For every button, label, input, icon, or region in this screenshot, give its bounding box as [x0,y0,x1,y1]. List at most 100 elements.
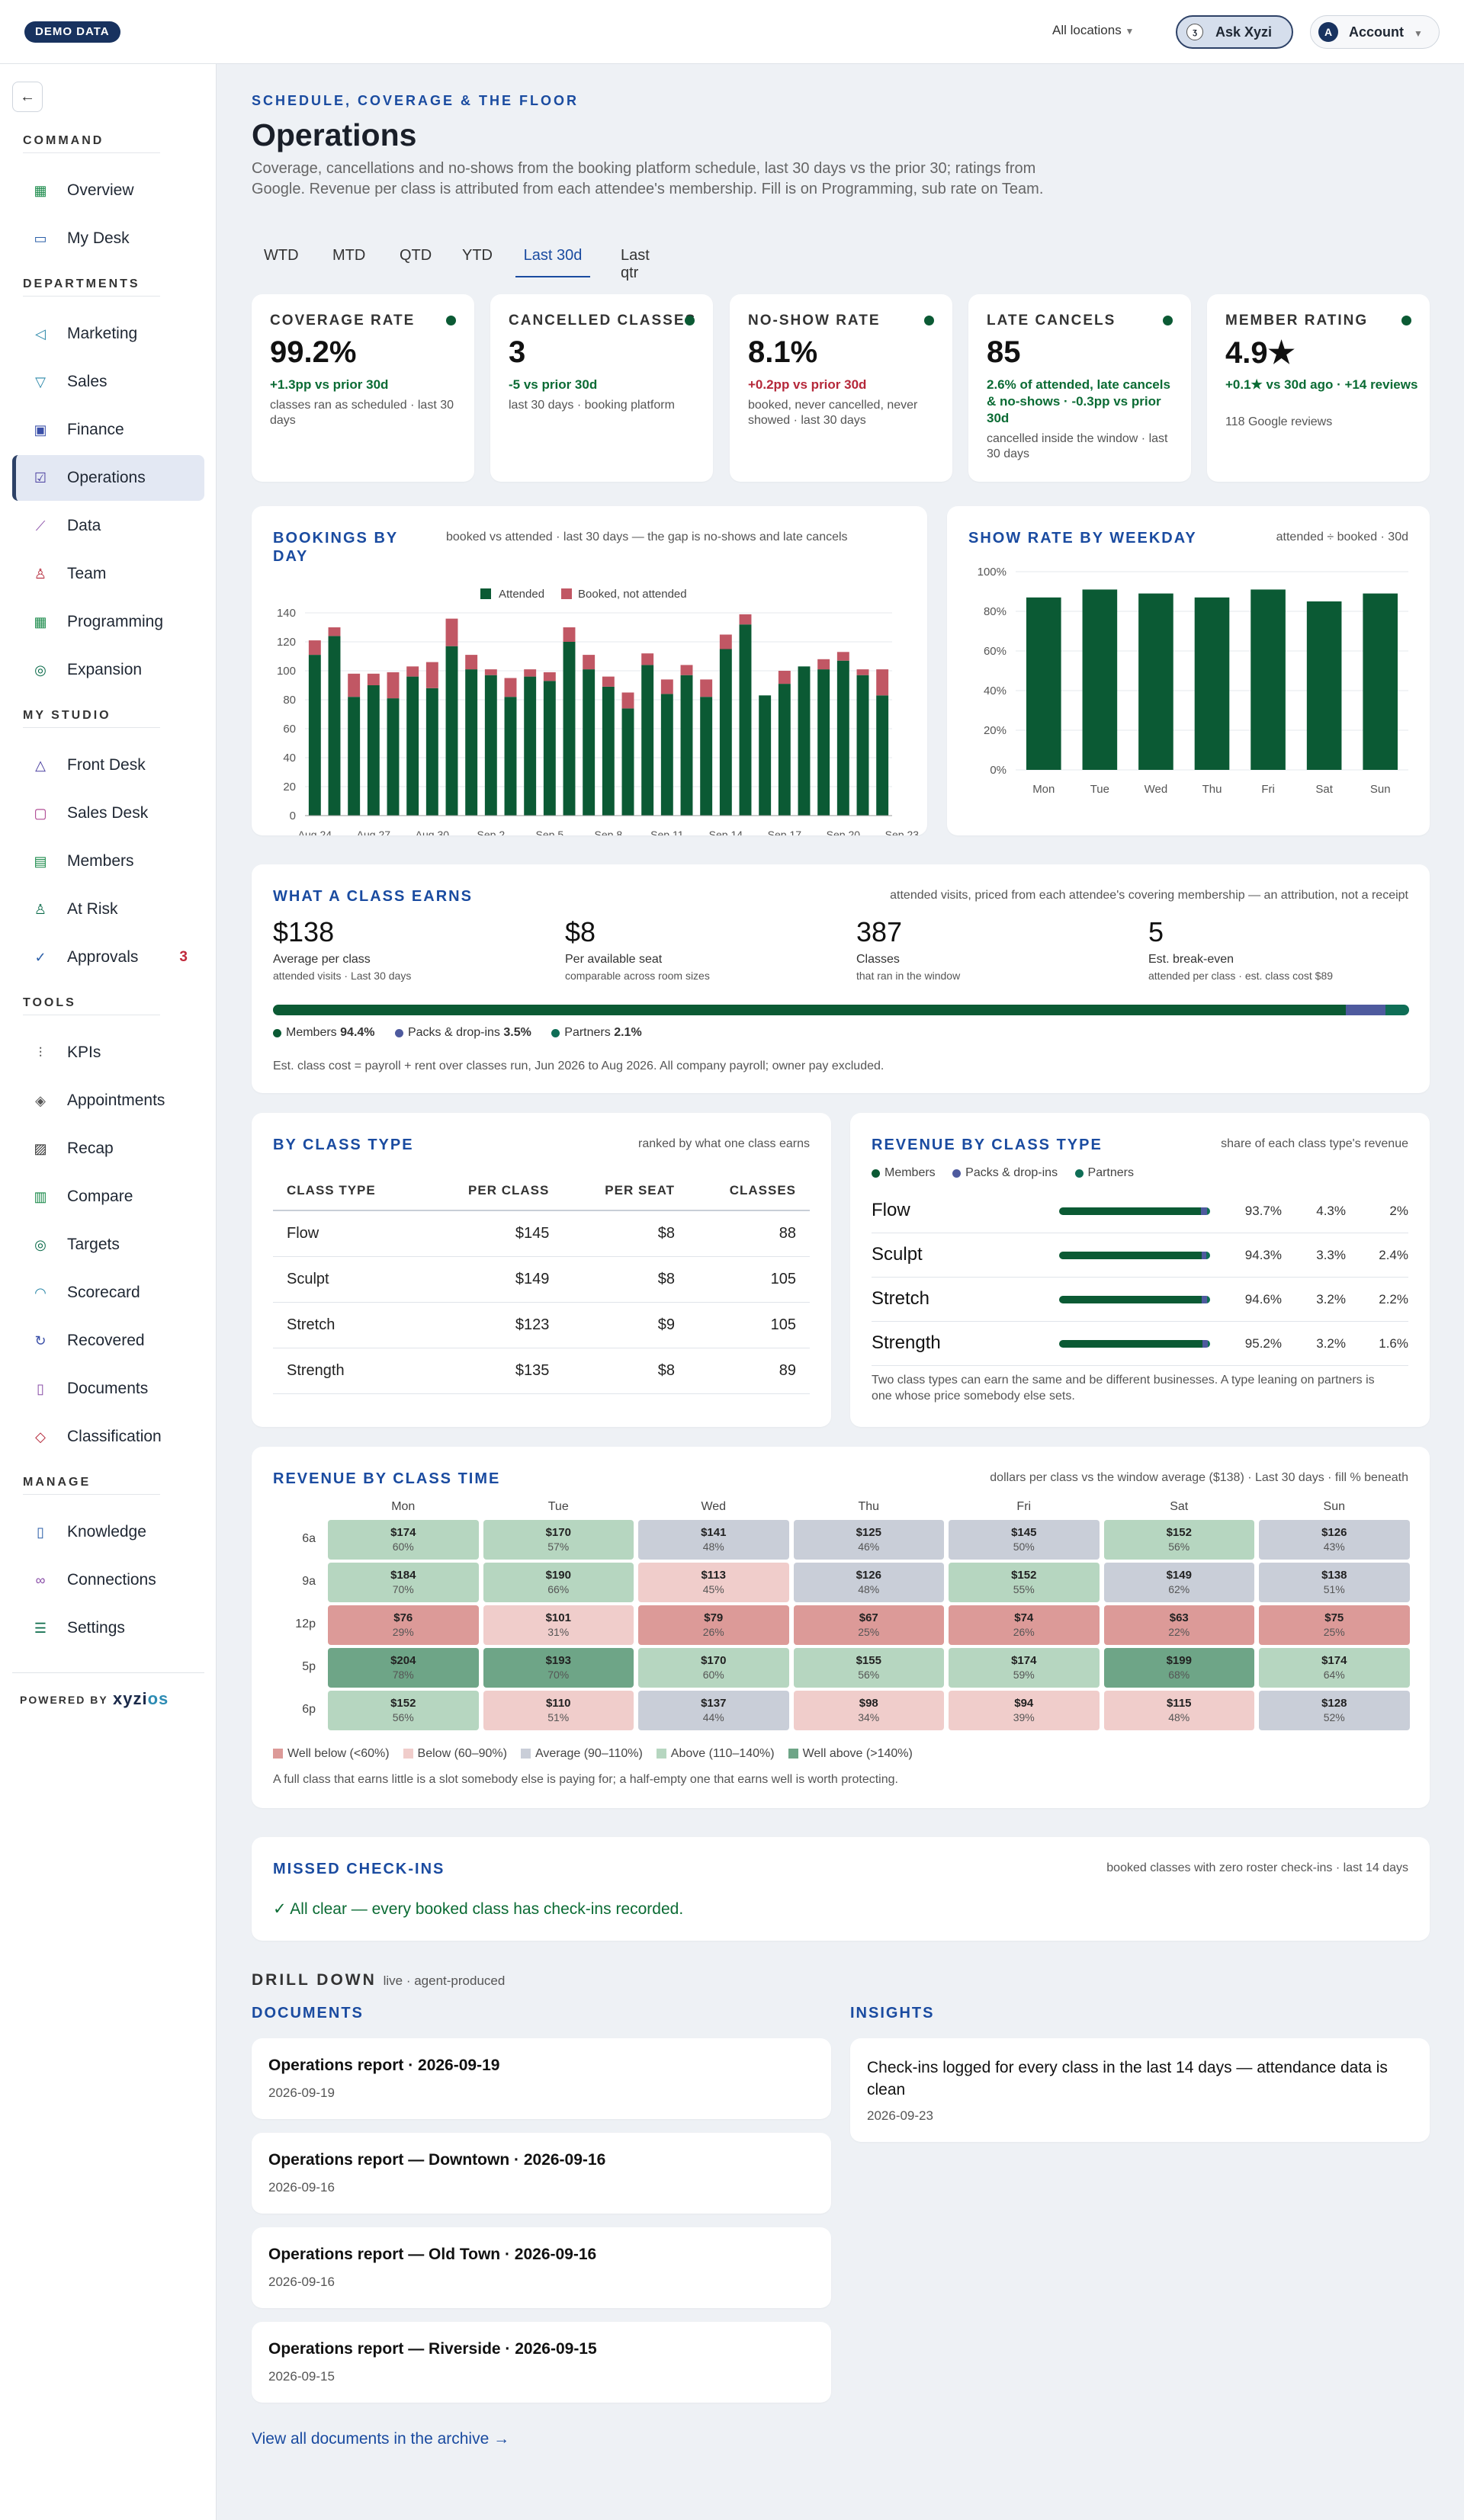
sidebar-item-my-desk[interactable]: ▭ My Desk [12,216,204,261]
collapse-sidebar-button[interactable]: ← [12,82,43,112]
sidebar-item-team[interactable]: ♙ Team [12,551,204,597]
sidebar-item-members[interactable]: ▤ Members [12,838,204,884]
heatmap-cell[interactable]: $63 22% [1103,1605,1254,1645]
bar-attended [484,675,497,816]
sidebar-item-marketing[interactable]: ◁ Marketing [12,311,204,357]
bar-show-rate [1363,593,1398,770]
heatmap-cell[interactable]: $152 56% [328,1691,479,1730]
sidebar-item-at-risk[interactable]: ♙ At Risk [12,886,204,932]
heatmap-cell[interactable]: $137 44% [638,1691,789,1730]
sidebar-item-recap[interactable]: ▨ Recap [12,1126,204,1172]
heatmap-cell[interactable]: $174 64% [1259,1648,1410,1688]
document-card[interactable]: Operations report — Riverside · 2026-09-… [252,2322,831,2403]
cell-fill: 70% [392,1583,414,1595]
heatmap-cell[interactable]: $98 34% [793,1691,944,1730]
kpi-label: LATE CANCELS [987,313,1116,329]
bar-booked-not-attended [524,669,537,677]
sidebar-item-front-desk[interactable]: △ Front Desk [12,742,204,788]
heatmap-cell[interactable]: $76 29% [328,1605,479,1645]
insight-card[interactable]: Check-ins logged for every class in the … [850,2038,1430,2142]
document-card[interactable]: Operations report · 2026-09-19 2026-09-19 [252,2038,831,2119]
sidebar-item-finance[interactable]: ▣ Finance [12,407,204,453]
ask-xyzi-button[interactable]: ʒ Ask Xyzi [1176,15,1293,49]
sidebar-item-kpis[interactable]: ⫶ KPIs [12,1030,204,1076]
heatmap-cell[interactable]: $170 60% [638,1648,789,1688]
sidebar-item-expansion[interactable]: ◎ Expansion [12,647,204,693]
sidebar-item-appointments[interactable]: ◈ Appointments [12,1078,204,1124]
tab-mtd[interactable]: MTD [332,247,365,277]
heatmap-cell[interactable]: $170 57% [483,1520,634,1560]
sidebar-item-documents[interactable]: ▯ Documents [12,1366,204,1412]
sidebar-item-approvals[interactable]: ✓ Approvals 3 [12,935,204,980]
cell-fill: 48% [1168,1711,1190,1723]
heatmap-cell[interactable]: $204 78% [328,1648,479,1688]
heatmap-cell[interactable]: $115 48% [1103,1691,1254,1730]
heatmap-cell[interactable]: $149 62% [1103,1563,1254,1602]
insights-heading: INSIGHTS [850,2005,935,2021]
sidebar-item-data[interactable]: ⟋ Data [12,503,204,549]
share-members [1059,1252,1202,1259]
cell-fill: 48% [858,1583,880,1595]
heatmap-legend-item: Below (60–90%) [403,1747,507,1760]
sidebar-item-scorecard[interactable]: ◠ Scorecard [12,1270,204,1316]
sidebar-item-compare[interactable]: ▥ Compare [12,1174,204,1220]
sidebar-item-knowledge[interactable]: ▯ Knowledge [12,1509,204,1555]
document-card[interactable]: Operations report — Downtown · 2026-09-1… [252,2133,831,2214]
heatmap-cell[interactable]: $145 50% [949,1520,1100,1560]
sidebar-item-classification[interactable]: ◇ Classification [12,1414,204,1460]
heatmap-cell[interactable]: $138 51% [1259,1563,1410,1602]
heatmap-cell[interactable]: $126 48% [793,1563,944,1602]
sidebar-item-label: Members [67,852,134,870]
heatmap-cell[interactable]: $174 59% [949,1648,1100,1688]
heatmap-cell[interactable]: $67 25% [793,1605,944,1645]
file-icon: ▯ [37,1381,44,1396]
sidebar-item-programming[interactable]: ▦ Programming [12,599,204,645]
tab-last-qtr[interactable]: Last qtr [621,247,650,281]
class-type-name: Stretch [872,1288,930,1309]
legend-label: Above (110–140%) [670,1747,775,1760]
tab-ytd[interactable]: YTD [462,247,493,277]
sidebar-item-connections[interactable]: ∞ Connections [12,1557,204,1603]
heatmap-cell[interactable]: $128 52% [1259,1691,1410,1730]
heatmap-cell[interactable]: $155 56% [793,1648,944,1688]
heatmap-cell[interactable]: $152 55% [949,1563,1100,1602]
heatmap-cell[interactable]: $174 60% [328,1520,479,1560]
sidebar-item-label: Documents [67,1380,149,1397]
heatmap-cell[interactable]: $94 39% [949,1691,1100,1730]
sidebar-item-sales[interactable]: ▽ Sales [12,359,204,405]
sidebar-item-sales-desk[interactable]: ▢ Sales Desk [12,790,204,836]
heatmap-cell[interactable]: $193 70% [483,1648,634,1688]
heatmap-cell[interactable]: $75 25% [1259,1605,1410,1645]
heatmap-cell[interactable]: $113 45% [638,1563,789,1602]
tab-last-30d[interactable]: Last 30d [515,247,590,277]
kpi-value: 99.2% [270,335,357,369]
revenue-share-row: Stretch 94.6% 3.2% 2.2% [872,1278,1408,1322]
heatmap-cell[interactable]: $152 56% [1103,1520,1254,1560]
tab-qtd[interactable]: QTD [400,247,432,277]
cell-revenue: $138 [1321,1569,1347,1582]
heatmap-cell[interactable]: $184 70% [328,1563,479,1602]
heatmap-cell[interactable]: $190 66% [483,1563,634,1602]
sidebar-item-recovered[interactable]: ↻ Recovered [12,1318,204,1364]
location-select[interactable]: All locations ▼ [1052,23,1134,38]
heatmap-cell[interactable]: $199 68% [1103,1648,1254,1688]
sidebar-item-overview[interactable]: ▦ Overview [12,168,204,213]
sidebar-item-targets[interactable]: ◎ Targets [12,1222,204,1268]
heatmap-cell[interactable]: $110 51% [483,1691,634,1730]
sidebar-item-operations[interactable]: ☑ Operations [12,455,204,501]
tab-wtd[interactable]: WTD [264,247,299,277]
funnel-icon: ▽ [35,374,46,390]
cell-fill: 59% [1013,1669,1035,1681]
partners-share: 2% [1389,1204,1408,1218]
account-menu-button[interactable]: A Account ▼ [1310,15,1440,49]
legend-label: Partners [564,1026,611,1039]
heatmap-cell[interactable]: $101 31% [483,1605,634,1645]
heatmap-cell[interactable]: $126 43% [1259,1520,1410,1560]
heatmap-cell[interactable]: $74 26% [949,1605,1100,1645]
view-archive-link[interactable]: View all documents in the archive → [252,2430,509,2448]
sidebar-item-settings[interactable]: ☰ Settings [12,1605,204,1651]
heatmap-cell[interactable]: $79 26% [638,1605,789,1645]
heatmap-cell[interactable]: $125 46% [793,1520,944,1560]
heatmap-cell[interactable]: $141 48% [638,1520,789,1560]
document-card[interactable]: Operations report — Old Town · 2026-09-1… [252,2227,831,2308]
